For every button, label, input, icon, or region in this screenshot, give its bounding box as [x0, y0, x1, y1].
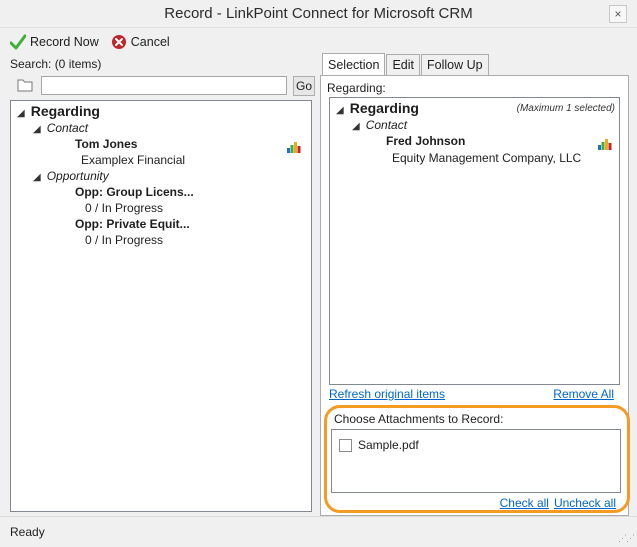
attachment-name: Sample.pdf: [358, 438, 419, 452]
tree-node-regarding[interactable]: ◢ Regarding: [336, 100, 419, 116]
resize-grip-icon[interactable]: ⋰⋰: [618, 533, 635, 544]
expand-triangle-icon[interactable]: ◢: [33, 172, 41, 183]
record-now-label: Record Now: [30, 35, 99, 49]
attachment-item[interactable]: Sample.pdf: [339, 438, 419, 452]
tab-strip: Selection Edit Follow Up: [322, 53, 490, 76]
attachment-links: Check all Uncheck all: [495, 496, 616, 510]
attachments-list: Sample.pdf: [331, 429, 621, 493]
tree-item-status: 0 / In Progress: [85, 201, 163, 215]
dialog-body: Record Now Cancel Search: (0 items) Go ◢…: [0, 28, 637, 547]
expand-triangle-icon[interactable]: ◢: [336, 105, 344, 116]
remove-all-link[interactable]: Remove All: [553, 387, 614, 401]
max-selection-note: (Maximum 1 selected): [516, 103, 615, 114]
title-bar: Record - LinkPoint Connect for Microsoft…: [0, 0, 637, 28]
tree-category-label: Opportunity: [46, 169, 109, 183]
cancel-label: Cancel: [130, 35, 170, 49]
tree-node-contact[interactable]: ◢ Contact: [352, 118, 407, 132]
tree-root-label: Regarding: [30, 103, 100, 119]
tab-follow-up[interactable]: Follow Up: [420, 54, 489, 75]
close-button[interactable]: ×: [609, 5, 627, 23]
expand-triangle-icon[interactable]: ◢: [17, 108, 25, 119]
contact-company: Equity Management Company, LLC: [392, 151, 582, 165]
red-x-icon: [111, 35, 126, 49]
search-label: Search: (0 items): [10, 57, 102, 71]
search-pane: Search: (0 items) Go ◢ Regarding ◢ Contact…: [8, 56, 315, 512]
search-row: Go: [8, 76, 315, 96]
opportunity-name: Opp: Group Licens...: [75, 185, 194, 199]
details-pane: Selection Edit Follow Up Regarding: ◢ Reg…: [320, 53, 630, 516]
dynamics-crm-icon: [598, 139, 612, 150]
uncheck-all-link[interactable]: Uncheck all: [554, 496, 616, 510]
opportunity-status: 0 / In Progress: [85, 233, 164, 247]
tree-category-label: Contact: [365, 118, 408, 132]
regarding-label: Regarding:: [327, 81, 386, 95]
opportunity-name: Opp: Private Equit...: [75, 217, 190, 231]
go-button[interactable]: Go: [293, 76, 315, 96]
regarding-tree[interactable]: ◢ Regarding (Maximum 1 selected) ◢ Contact…: [329, 97, 620, 385]
folder-icon[interactable]: [17, 78, 33, 92]
tree-category-label: Contact: [46, 121, 89, 135]
tree-item-opportunity[interactable]: Opp: Group Licens...: [75, 185, 194, 199]
search-input[interactable]: [41, 76, 287, 95]
expand-triangle-icon[interactable]: ◢: [33, 124, 41, 135]
green-check-icon: [10, 34, 26, 50]
tab-selection[interactable]: Selection: [322, 53, 386, 76]
tree-item-company: Examplex Financial: [81, 153, 185, 167]
opportunity-status: 0 / In Progress: [85, 201, 164, 215]
selection-panel: Regarding: ◢ Regarding (Maximum 1 selecte…: [320, 75, 630, 516]
refresh-original-items-link[interactable]: Refresh original items: [329, 387, 445, 401]
attachments-label: Choose Attachments to Record:: [334, 412, 504, 426]
tab-edit[interactable]: Edit: [386, 54, 420, 75]
tree-item-opportunity[interactable]: Opp: Private Equit...: [75, 217, 190, 231]
status-bar: Ready ⋰⋰: [0, 516, 637, 547]
contact-name: Tom Jones: [75, 137, 138, 151]
window-title: Record - LinkPoint Connect for Microsoft…: [164, 5, 473, 22]
regarding-group: Regarding: ◢ Regarding (Maximum 1 selecte…: [327, 80, 622, 402]
search-results-tree[interactable]: ◢ Regarding ◢ Contact Tom Jones Examplex F…: [10, 100, 312, 512]
tree-node-regarding[interactable]: ◢ Regarding: [17, 103, 100, 119]
tree-root-label: Regarding: [349, 100, 419, 116]
record-now-button[interactable]: Record Now: [10, 34, 99, 50]
regarding-links: Refresh original items Remove All: [327, 387, 616, 403]
contact-name: Fred Johnson: [386, 134, 466, 148]
tree-node-opportunity[interactable]: ◢ Opportunity: [33, 169, 109, 183]
toolbar: Record Now Cancel: [10, 32, 182, 52]
tree-item-status: 0 / In Progress: [85, 233, 163, 247]
tree-item-contact[interactable]: Fred Johnson: [386, 134, 465, 148]
expand-triangle-icon[interactable]: ◢: [352, 121, 360, 132]
tree-node-contact[interactable]: ◢ Contact: [33, 121, 88, 135]
status-text: Ready: [10, 525, 45, 539]
check-all-link[interactable]: Check all: [500, 496, 549, 510]
contact-company: Examplex Financial: [81, 153, 186, 167]
tree-item-company: Equity Management Company, LLC: [392, 151, 581, 165]
dynamics-crm-icon: [287, 142, 301, 153]
attachment-checkbox[interactable]: [339, 438, 352, 452]
tree-item-contact[interactable]: Tom Jones: [75, 137, 137, 151]
cancel-button[interactable]: Cancel: [111, 34, 170, 50]
